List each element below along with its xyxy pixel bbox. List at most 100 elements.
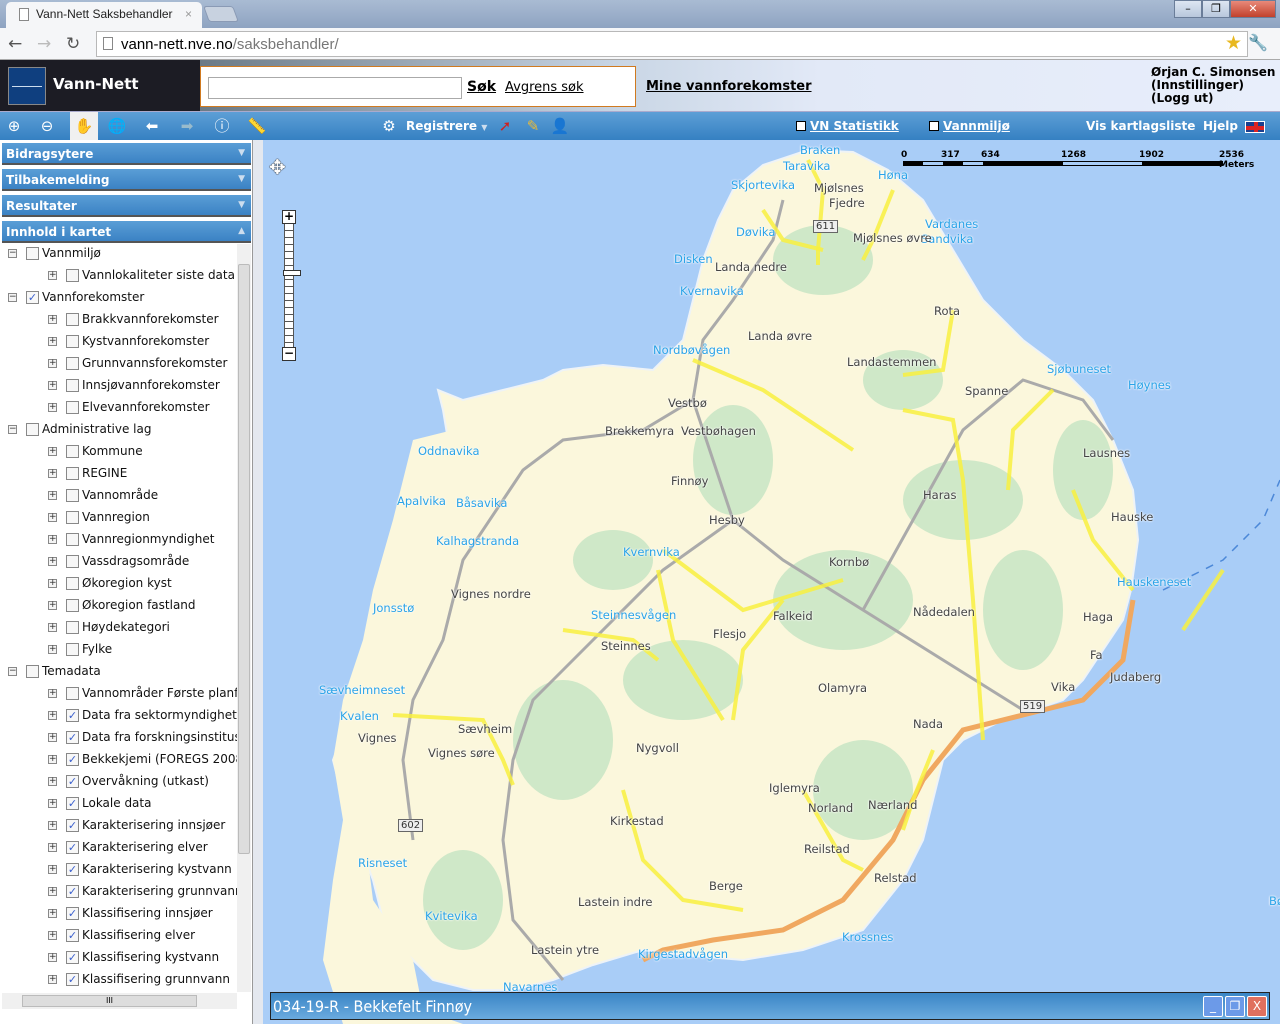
layer-checkbox[interactable]	[66, 357, 79, 370]
scrollbar-thumb[interactable]	[238, 264, 250, 854]
layer-checkbox[interactable]: ✓	[66, 841, 79, 854]
previous-extent-icon[interactable]: ⬅	[141, 116, 163, 138]
expand-icon[interactable]: +	[48, 887, 57, 896]
expand-icon[interactable]: +	[48, 865, 57, 874]
expand-icon[interactable]: +	[48, 711, 57, 720]
restore-icon[interactable]: ❐	[1225, 996, 1245, 1017]
layer-checkbox[interactable]: ✓	[26, 291, 39, 304]
minimize-window-button[interactable]: –	[1174, 0, 1202, 18]
expand-icon[interactable]: +	[48, 469, 57, 478]
expand-icon[interactable]: +	[48, 843, 57, 852]
collapse-icon[interactable]: −	[8, 425, 17, 434]
layer-checkbox[interactable]	[66, 401, 79, 414]
my-waterbodies-link[interactable]: Mine vannforekomster	[646, 79, 812, 94]
layer-checkbox[interactable]: ✓	[66, 973, 79, 986]
expand-icon[interactable]: +	[48, 447, 57, 456]
layer-checkbox[interactable]	[26, 423, 39, 436]
measure-icon[interactable]: 📏	[246, 116, 268, 138]
zoom-in-button[interactable]: +	[282, 210, 296, 224]
full-extent-globe-icon[interactable]: 🌐	[106, 116, 128, 138]
info-icon[interactable]: ⓘ	[211, 116, 233, 138]
register-menu[interactable]: Registrere ▼	[406, 119, 487, 133]
logout-link[interactable]: (Logg ut)	[1151, 92, 1275, 105]
panel-bidragsytere[interactable]: Bidragsytere ▼	[2, 143, 251, 165]
expand-icon[interactable]: +	[48, 953, 57, 962]
scrollbar-thumb[interactable]: III	[22, 995, 197, 1007]
expand-icon[interactable]: +	[48, 799, 57, 808]
panel-resultater[interactable]: Resultater ▼	[2, 195, 251, 217]
new-tab-button[interactable]	[203, 6, 239, 22]
bookmark-star-icon[interactable]: ★	[1225, 32, 1242, 54]
layer-checkbox[interactable]	[66, 533, 79, 546]
expand-icon[interactable]: +	[48, 733, 57, 742]
expand-icon[interactable]: +	[48, 777, 57, 786]
add-user-icon[interactable]: 👤	[549, 116, 571, 138]
refine-search-link[interactable]: Avgrens søk	[505, 80, 584, 95]
reload-icon[interactable]: ↻	[66, 34, 80, 54]
layer-checkbox[interactable]: ✓	[66, 797, 79, 810]
zoom-in-icon[interactable]: ⊕	[3, 116, 25, 138]
expand-icon[interactable]: +	[48, 821, 57, 830]
expand-icon[interactable]: +	[48, 645, 57, 654]
tree-horizontal-scrollbar[interactable]: III	[2, 993, 237, 1009]
layer-checkbox[interactable]: ✓	[66, 907, 79, 920]
zoom-out-icon[interactable]: ⊖	[36, 116, 58, 138]
layer-checkbox[interactable]	[66, 445, 79, 458]
layer-checkbox[interactable]: ✓	[66, 951, 79, 964]
zoom-slider[interactable]: + −	[282, 210, 301, 362]
expand-icon[interactable]: +	[48, 601, 57, 610]
sidebar-splitter[interactable]	[253, 140, 263, 1024]
expand-icon[interactable]: +	[48, 535, 57, 544]
minimize-icon[interactable]: _	[1203, 996, 1223, 1017]
layer-checkbox[interactable]: ✓	[66, 819, 79, 832]
zoom-track[interactable]	[283, 224, 301, 348]
layer-checkbox[interactable]	[66, 621, 79, 634]
wrench-icon[interactable]: 🔧	[1248, 33, 1268, 52]
layer-checkbox[interactable]	[66, 555, 79, 568]
expand-icon[interactable]: +	[48, 403, 57, 412]
draw-pencil-icon[interactable]: ✎	[522, 116, 544, 138]
show-layer-list-link[interactable]: Vis kartlagsliste	[1086, 119, 1195, 133]
expand-icon[interactable]: +	[48, 689, 57, 698]
expand-icon[interactable]: +	[48, 579, 57, 588]
layer-checkbox[interactable]: ✓	[66, 731, 79, 744]
expand-icon[interactable]: +	[48, 623, 57, 632]
expand-icon[interactable]: +	[48, 381, 57, 390]
select-area-icon[interactable]: ➚	[494, 116, 516, 138]
expand-icon[interactable]: +	[48, 909, 57, 918]
layer-checkbox[interactable]	[66, 335, 79, 348]
layer-checkbox[interactable]: ✓	[66, 775, 79, 788]
search-input[interactable]	[208, 77, 462, 99]
layer-checkbox[interactable]	[26, 665, 39, 678]
expand-icon[interactable]: +	[48, 359, 57, 368]
search-button[interactable]: Søk	[467, 79, 496, 95]
close-window-button[interactable]: ✕	[1230, 0, 1276, 18]
layer-checkbox[interactable]	[66, 577, 79, 590]
expand-icon[interactable]: +	[48, 755, 57, 764]
expand-icon[interactable]: +	[48, 315, 57, 324]
layer-checkbox[interactable]	[66, 489, 79, 502]
expand-icon[interactable]: +	[48, 491, 57, 500]
help-link[interactable]: Hjelp	[1203, 119, 1238, 133]
vannmiljo-link[interactable]: Vannmiljø	[929, 119, 1010, 133]
panel-innhold-i-kartet[interactable]: Innhold i kartet ▲	[2, 221, 251, 243]
next-extent-icon[interactable]: ➡	[176, 116, 198, 138]
layer-checkbox[interactable]	[66, 643, 79, 656]
layer-checkbox[interactable]	[66, 269, 79, 282]
layer-checkbox[interactable]	[66, 379, 79, 392]
pan-arrows-icon[interactable]: ✥	[269, 155, 305, 195]
expand-icon[interactable]: +	[48, 557, 57, 566]
browser-tab[interactable]: Vann-Nett Saksbehandler ×	[6, 2, 202, 28]
map-view[interactable]: Braken Taravika Høna Skjortevika Vardanes San…	[263, 140, 1280, 1024]
register-gear-icon[interactable]: ⚙	[378, 116, 400, 138]
uk-flag-icon[interactable]	[1245, 121, 1265, 133]
close-icon[interactable]: X	[1247, 996, 1267, 1017]
url-input[interactable]: vann-nett.nve.no/saksbehandler/	[96, 31, 1248, 57]
zoom-thumb[interactable]	[283, 270, 301, 276]
pan-hand-icon[interactable]: ✋	[70, 112, 98, 141]
layer-checkbox[interactable]	[66, 599, 79, 612]
collapse-icon[interactable]: −	[8, 249, 17, 258]
layer-checkbox[interactable]: ✓	[66, 929, 79, 942]
layer-checkbox[interactable]	[26, 247, 39, 260]
layer-checkbox[interactable]	[66, 313, 79, 326]
